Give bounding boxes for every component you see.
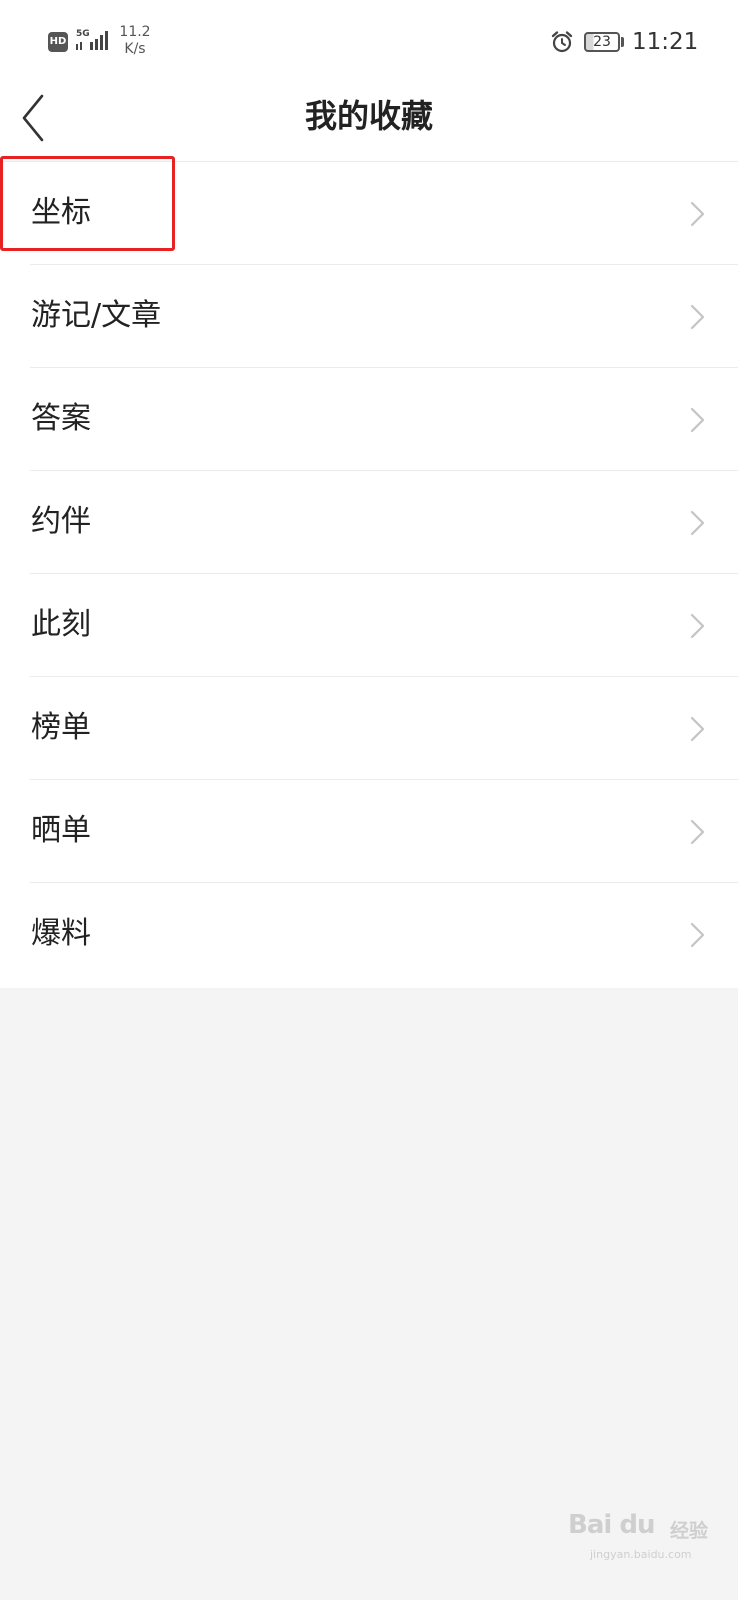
- network-speed-unit: K/s: [124, 41, 146, 57]
- list-item-coordinates[interactable]: 坐标: [0, 162, 738, 265]
- chevron-right-icon: [690, 304, 705, 330]
- network-speed-value: 11.2: [119, 24, 151, 40]
- favorites-list: 坐标 游记/文章 答案 约伴 此刻 榜单 晒单 爆料: [0, 162, 738, 986]
- baidu-jingyan-watermark: Bai du 经验 jingyan.baidu.com: [568, 1508, 708, 1564]
- network-speed: 11.2 K/s: [118, 24, 152, 58]
- battery-indicator: 23: [584, 32, 620, 52]
- watermark-url: jingyan.baidu.com: [590, 1548, 692, 1561]
- chevron-right-icon: [690, 922, 705, 948]
- alarm-clock-icon: [551, 31, 573, 53]
- list-item-tips[interactable]: 爆料: [0, 883, 738, 986]
- list-item-label: 约伴: [31, 504, 91, 539]
- nav-header: 我的收藏: [0, 80, 738, 162]
- list-item-label: 晒单: [31, 813, 91, 848]
- chevron-right-icon: [690, 407, 705, 433]
- page-title: 我的收藏: [304, 97, 433, 135]
- chevron-right-icon: [690, 819, 705, 845]
- signal-strength-icon: [76, 31, 108, 50]
- list-item-label: 爆料: [31, 916, 91, 951]
- battery-tip: [621, 37, 624, 47]
- watermark-suffix: 经验: [670, 1520, 709, 1542]
- chevron-right-icon: [690, 613, 705, 639]
- list-item-label: 游记/文章: [31, 298, 162, 333]
- list-item-companions[interactable]: 约伴: [0, 471, 738, 574]
- status-time: 11:21: [632, 29, 699, 55]
- list-item-rankings[interactable]: 榜单: [0, 677, 738, 780]
- hd-badge: HD: [48, 32, 68, 52]
- list-item-moments[interactable]: 此刻: [0, 574, 738, 677]
- status-bar: HD 5G 11.2 K/s 23 11:21: [0, 0, 738, 80]
- list-item-answers[interactable]: 答案: [0, 368, 738, 471]
- list-item-travel-articles[interactable]: 游记/文章: [0, 265, 738, 368]
- list-item-label: 此刻: [31, 607, 91, 642]
- list-item-showcases[interactable]: 晒单: [0, 780, 738, 883]
- list-item-label: 榜单: [31, 710, 91, 745]
- list-item-label: 坐标: [31, 195, 91, 230]
- chevron-right-icon: [690, 201, 705, 227]
- watermark-logo: Bai du: [568, 1510, 655, 1540]
- chevron-right-icon: [690, 716, 705, 742]
- list-item-label: 答案: [31, 401, 91, 436]
- chevron-right-icon: [690, 510, 705, 536]
